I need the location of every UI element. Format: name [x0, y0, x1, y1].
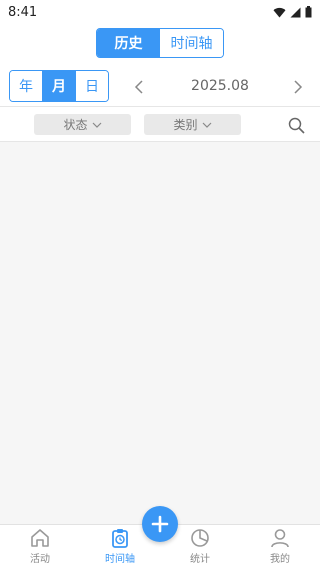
status-icons	[273, 6, 312, 18]
current-period-label[interactable]: 2025.08	[178, 78, 262, 96]
period-switch: 年 月 日	[9, 70, 109, 102]
nav-item-label: 时间轴	[105, 554, 135, 565]
add-button[interactable]	[142, 506, 178, 542]
search-button[interactable]	[286, 115, 306, 135]
chevron-right-icon	[294, 80, 303, 94]
nav-item-activity[interactable]: 活动	[0, 525, 80, 568]
nav-item-profile[interactable]: 我的	[240, 525, 320, 568]
chevron-left-icon	[134, 80, 143, 94]
nav-item-label: 活动	[30, 554, 50, 565]
user-icon	[269, 525, 291, 550]
chevron-down-icon	[202, 122, 211, 128]
signal-icon	[290, 7, 301, 17]
plus-icon	[151, 515, 169, 533]
wifi-icon	[273, 7, 286, 18]
nav-item-label: 统计	[190, 554, 210, 565]
previous-period-button[interactable]	[128, 76, 150, 98]
pie-chart-icon	[189, 525, 211, 550]
filter-bar: 状态 类别	[0, 106, 320, 142]
period-year-button[interactable]: 年	[10, 71, 43, 101]
nav-item-label: 我的	[270, 554, 290, 565]
status-filter-dropdown[interactable]: 状态	[34, 114, 131, 135]
type-filter-label: 类别	[173, 118, 198, 132]
tab-timeline[interactable]: 时间轴	[160, 29, 223, 57]
chevron-down-icon	[92, 122, 101, 128]
type-filter-dropdown[interactable]: 类别	[144, 114, 241, 135]
next-period-button[interactable]	[287, 76, 309, 98]
clipboard-clock-icon	[109, 525, 131, 550]
period-month-button[interactable]: 月	[43, 71, 76, 101]
status-bar: 8:41	[0, 0, 320, 24]
search-icon	[288, 117, 305, 134]
battery-icon	[305, 6, 312, 18]
tab-history[interactable]: 历史	[97, 29, 160, 57]
period-day-button[interactable]: 日	[76, 71, 108, 101]
status-filter-label: 状态	[63, 118, 88, 132]
view-switch: 历史 时间轴	[96, 28, 224, 58]
status-time: 8:41	[8, 4, 38, 20]
timeline-list-area	[0, 142, 320, 524]
home-icon	[29, 525, 51, 550]
